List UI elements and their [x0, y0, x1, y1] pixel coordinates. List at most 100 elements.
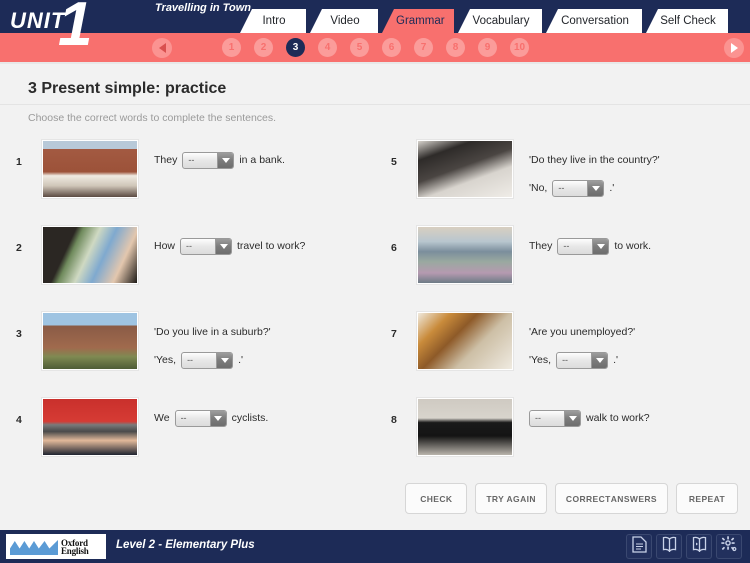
exercise-item: 7 'Are you unemployed?' 'Yes, -- .' [375, 312, 740, 398]
sentence-text-before: 'Are you unemployed?' [529, 326, 636, 338]
sentence-text-after: to work. [614, 240, 652, 252]
page-title: 3 Present simple: practice [28, 80, 227, 97]
application-window: UNIT 1 Travelling in Town Intro Video Gram… [0, 0, 750, 563]
page-dot-3[interactable]: 3 [286, 38, 305, 57]
page-dot-4[interactable]: 4 [318, 38, 337, 57]
app-header: UNIT 1 Travelling in Town Intro Video Gram… [0, 0, 750, 64]
tab-grammar[interactable]: Grammar [382, 9, 454, 33]
sentence-text-before: 'Yes, [154, 354, 177, 366]
dropdown-toggle-button[interactable] [216, 352, 233, 368]
dropdown-toggle-button[interactable] [215, 238, 232, 254]
action-button-bar: CHECK TRY AGAIN CORRECT ANSWERS REPEAT [405, 483, 738, 514]
commuters-walking-photo [417, 140, 513, 198]
dropdown-toggle-button[interactable] [209, 410, 226, 426]
oxford-english-wordmark: Oxford English [61, 538, 89, 555]
answer-dropdown[interactable]: -- [557, 237, 610, 255]
answer-dropdown[interactable]: -- [174, 409, 227, 427]
sentence-line: They -- in a bank. [154, 150, 364, 170]
tab-conversation[interactable]: Conversation [546, 9, 642, 33]
tab-self-check[interactable]: Self Check [646, 9, 728, 33]
sentence-text-after: in a bank. [239, 154, 285, 166]
sentence-line: They -- to work. [529, 236, 739, 256]
button-label-second-line: ANSWERS [610, 493, 657, 504]
answer-dropdown[interactable]: -- [181, 351, 234, 369]
repeat-button[interactable]: REPEAT [676, 483, 738, 514]
tab-label: Vocabulary [472, 15, 530, 27]
document-button[interactable] [626, 534, 652, 559]
page-dot-8[interactable]: 8 [446, 38, 465, 57]
answer-dropdown[interactable]: -- [529, 409, 581, 427]
book-button[interactable] [656, 534, 682, 559]
lesson-title: Travelling in Town [155, 2, 251, 14]
bus-interior-photo [417, 226, 513, 284]
dropdown-toggle-button[interactable] [591, 352, 608, 368]
try-again-button[interactable]: TRY AGAIN [475, 483, 547, 514]
dropdown-toggle-button[interactable] [592, 238, 609, 254]
gear-button[interactable] [716, 534, 742, 559]
sentence-line: -- walk to work? [529, 408, 739, 428]
answer-dropdown[interactable]: -- [556, 351, 609, 369]
sentence-text-after: walk to work? [586, 412, 650, 424]
course-level-label: Level 2 - Elementary Plus [116, 539, 255, 551]
tab-vocabulary[interactable]: Vocabulary [458, 9, 542, 33]
tab-label: Intro [262, 15, 286, 27]
exercise-item: 8 -- walk to work? [375, 398, 740, 484]
page-dot-10[interactable]: 10 [510, 38, 529, 57]
walking-shadow-photo [417, 398, 513, 456]
sentence-text-after: cyclists. [231, 412, 269, 424]
sentence-block: We -- cyclists. [154, 408, 364, 428]
sentence-text-before: 'No, [529, 182, 548, 194]
page-dot-2[interactable]: 2 [254, 38, 273, 57]
dropdown-value: -- [188, 155, 195, 165]
sentence-text-before: They [529, 240, 553, 252]
dropdown-toggle-button[interactable] [217, 152, 234, 168]
previous-page-button[interactable] [152, 38, 172, 58]
chevron-down-icon [595, 357, 604, 363]
book-audio-button[interactable] [686, 534, 712, 559]
next-page-button[interactable] [724, 38, 744, 58]
tab-label: Conversation [561, 15, 629, 27]
answer-dropdown[interactable]: -- [182, 151, 235, 169]
sentence-text-before: They [154, 154, 178, 166]
item-number: 1 [16, 156, 22, 168]
exercise-item: 1 They -- in a bank. [0, 140, 365, 226]
page-dot-7[interactable]: 7 [414, 38, 433, 57]
book-audio-icon [692, 536, 707, 558]
item-number: 2 [16, 242, 22, 254]
dropdown-toggle-button[interactable] [587, 180, 604, 196]
button-label: CORRECT [565, 493, 611, 504]
exercise-item: 6 They -- to work. [375, 226, 740, 312]
header-underline [0, 62, 750, 64]
sentence-block: They -- in a bank. [154, 150, 364, 170]
page-dot-1[interactable]: 1 [222, 38, 241, 57]
page-dot-9[interactable]: 9 [478, 38, 497, 57]
tab-label: Self Check [660, 15, 716, 27]
chevron-down-icon [214, 415, 223, 421]
footer-icon-bar [626, 534, 742, 559]
answer-dropdown[interactable]: -- [552, 179, 605, 197]
item-number: 7 [391, 328, 397, 340]
woman-driving-car-photo [42, 226, 138, 284]
gear-icon [720, 535, 738, 558]
dropdown-value: -- [180, 413, 187, 423]
chevron-down-icon [219, 243, 228, 249]
answer-dropdown[interactable]: -- [180, 237, 233, 255]
tab-video[interactable]: Video [310, 9, 378, 33]
check-button[interactable]: CHECK [405, 483, 468, 514]
sentence-text-after: .' [609, 182, 615, 194]
sentence-line: We -- cyclists. [154, 408, 364, 428]
sentence-line: 'Do they live in the country?' [529, 150, 739, 170]
page-dot-6[interactable]: 6 [382, 38, 401, 57]
sentence-line: 'Yes, -- .' [154, 350, 364, 370]
sentence-line: 'No, -- .' [529, 178, 739, 198]
section-tabs: Intro Video Grammar Vocabulary Conversation S… [240, 9, 732, 33]
exercise-item: 3 'Do you live in a suburb?' 'Yes, -- .' [0, 312, 365, 398]
suburban-houses-photo [42, 312, 138, 370]
button-label: REPEAT [688, 493, 726, 504]
correct-button[interactable]: CORRECT ANSWERS [554, 483, 668, 514]
triangle-right-icon [730, 43, 738, 53]
sentence-block: 'Do they live in the country?' 'No, -- .' [529, 150, 739, 198]
page-dot-5[interactable]: 5 [350, 38, 369, 57]
sentence-text-before: 'Yes, [529, 354, 552, 366]
dropdown-toggle-button[interactable] [564, 410, 580, 426]
